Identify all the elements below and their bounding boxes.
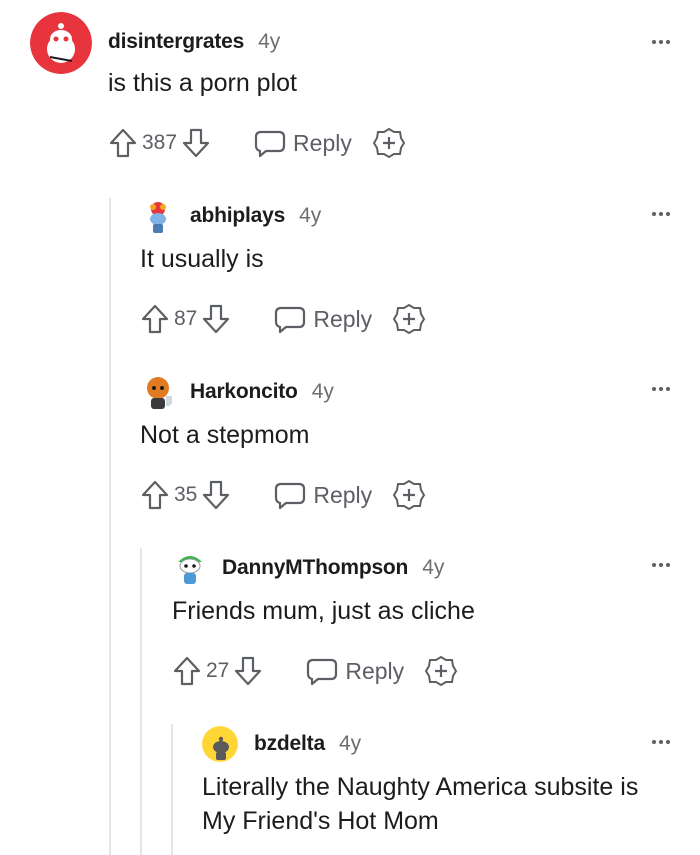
- reply-label: Reply: [293, 129, 352, 156]
- snoo-avatar-icon: [30, 12, 92, 74]
- ellipsis-icon[interactable]: [652, 212, 670, 216]
- avatar[interactable]: [172, 550, 208, 586]
- arrow-up-icon[interactable]: [108, 127, 138, 159]
- username[interactable]: DannyMThompson: [222, 556, 408, 580]
- arrow-up-icon[interactable]: [172, 655, 202, 687]
- ellipsis-icon[interactable]: [652, 563, 670, 567]
- avatar[interactable]: [30, 12, 92, 74]
- reply-button[interactable]: Reply: [253, 127, 352, 159]
- arrow-up-icon[interactable]: [140, 479, 170, 511]
- thread-line-level-1[interactable]: [109, 198, 111, 855]
- vote-score: 87: [174, 307, 198, 330]
- ellipsis-icon[interactable]: [652, 740, 670, 744]
- speech-bubble-icon: [254, 130, 286, 158]
- arrow-down-icon[interactable]: [201, 303, 231, 335]
- username[interactable]: bzdelta: [254, 732, 325, 756]
- award-button[interactable]: [392, 302, 426, 336]
- reply-button[interactable]: Reply: [305, 655, 404, 687]
- avatar[interactable]: [202, 726, 238, 762]
- award-button[interactable]: [424, 654, 458, 688]
- comment-body: It usually is: [140, 245, 264, 273]
- award-plus-icon: [393, 479, 426, 511]
- award-button[interactable]: [372, 126, 406, 160]
- vote-score: 387: [142, 131, 178, 154]
- ellipsis-icon[interactable]: [652, 40, 670, 44]
- speech-bubble-icon: [307, 658, 338, 686]
- snoo-avatar-icon: [202, 726, 238, 762]
- timestamp[interactable]: 4y: [422, 556, 444, 580]
- comment-body: Literally the Naughty America subsite is…: [202, 773, 639, 835]
- timestamp[interactable]: 4y: [339, 732, 361, 756]
- vote-score: 35: [174, 483, 198, 506]
- arrow-up-icon[interactable]: [140, 303, 170, 335]
- award-plus-icon: [372, 127, 406, 159]
- vote-score: 27: [206, 659, 230, 682]
- arrow-down-icon[interactable]: [233, 655, 263, 687]
- reply-label: Reply: [313, 305, 373, 332]
- award-plus-icon: [425, 655, 458, 687]
- reply-button[interactable]: Reply: [273, 479, 372, 511]
- reply-label: Reply: [313, 481, 373, 508]
- timestamp[interactable]: 4y: [258, 30, 280, 54]
- award-button[interactable]: [392, 478, 426, 512]
- snoo-avatar-icon: [150, 202, 166, 233]
- username[interactable]: Harkoncito: [190, 380, 298, 404]
- snoo-avatar-icon: [178, 556, 202, 584]
- arrow-down-icon[interactable]: [201, 479, 231, 511]
- arrow-down-icon[interactable]: [181, 127, 211, 159]
- timestamp[interactable]: 4y: [312, 380, 334, 404]
- thread-line-level-3[interactable]: [171, 724, 173, 855]
- comment-body: Friends mum, just as cliche: [172, 597, 475, 625]
- snoo-avatar-icon: [147, 377, 172, 409]
- username[interactable]: abhiplays: [190, 204, 285, 228]
- reply-label: Reply: [345, 657, 405, 684]
- reply-button[interactable]: Reply: [273, 303, 372, 335]
- avatar[interactable]: [140, 374, 176, 410]
- avatar[interactable]: [140, 199, 176, 235]
- username[interactable]: disintergrates: [108, 30, 244, 54]
- thread-line-level-2[interactable]: [140, 548, 142, 855]
- ellipsis-icon[interactable]: [652, 387, 670, 391]
- comment-body: Not a stepmom: [140, 421, 310, 449]
- speech-bubble-icon: [275, 482, 306, 510]
- comment-body: is this a porn plot: [108, 69, 297, 97]
- award-plus-icon: [393, 303, 426, 335]
- speech-bubble-icon: [275, 306, 306, 334]
- timestamp[interactable]: 4y: [299, 204, 321, 228]
